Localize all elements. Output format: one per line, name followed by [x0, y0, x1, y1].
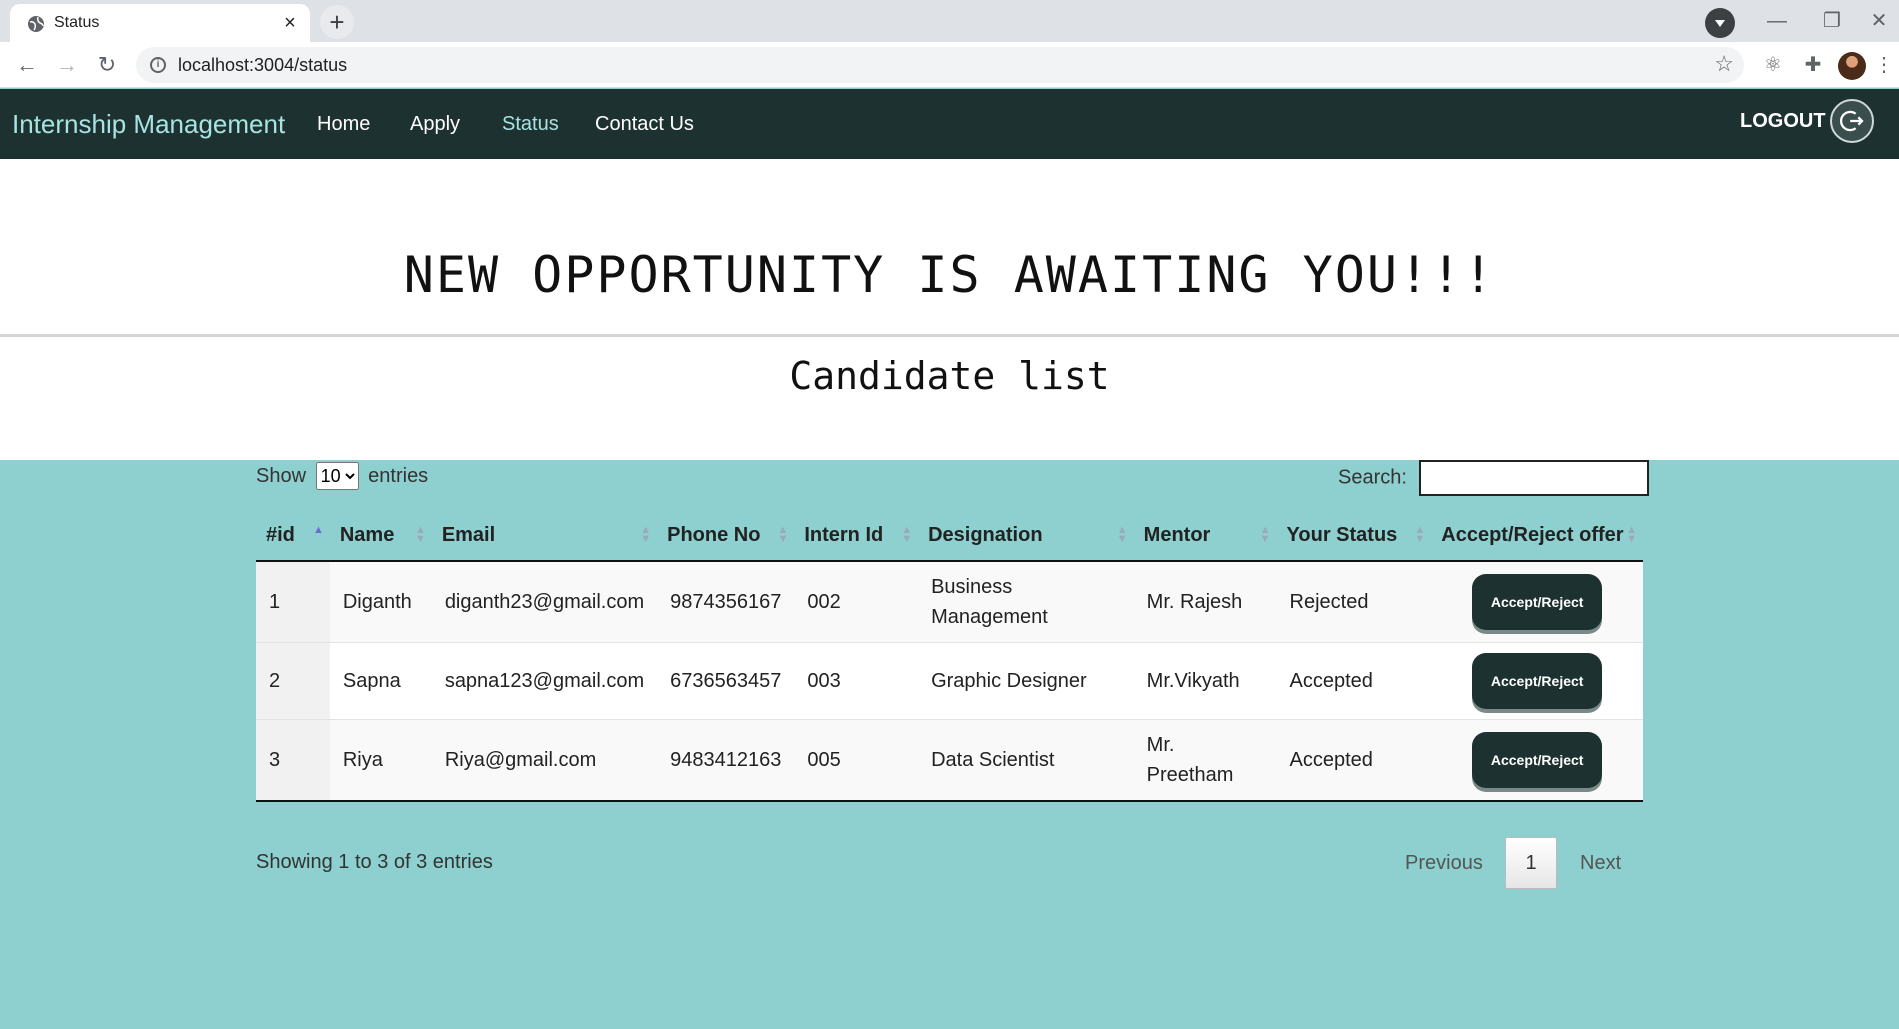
cell-intern-id: 003 [794, 642, 919, 720]
pagination-previous[interactable]: Previous [1405, 852, 1483, 875]
accept-reject-button[interactable]: Accept/Reject [1472, 732, 1603, 788]
cell-intern-id: 002 [794, 561, 919, 643]
browser-menu-icon[interactable]: ⋮ [1872, 50, 1896, 80]
page-size-control: Show 10 entries [256, 462, 428, 490]
cell-status: Accepted [1276, 642, 1432, 720]
cell-mentor: Mr. Preetham [1133, 719, 1277, 802]
sort-icon: ▲ ▼ [414, 524, 426, 545]
brand-link[interactable]: Internship Management [12, 109, 285, 140]
react-devtools-icon[interactable]: ⚛ [1758, 50, 1788, 80]
cell-name: Diganth [329, 561, 432, 643]
accept-reject-button[interactable]: Accept/Reject [1472, 574, 1603, 630]
cell-action: Accept/Reject [1431, 719, 1643, 802]
cell-id: 2 [256, 642, 330, 720]
page-subheading: Candidate list [789, 354, 1110, 398]
site-info-icon[interactable]: i [150, 57, 166, 73]
cell-name: Sapna [329, 642, 432, 720]
extensions-puzzle-icon[interactable]: ✚ [1798, 50, 1828, 80]
column-header-action[interactable]: Accept/Reject offer ▲ ▼ [1431, 510, 1643, 562]
cell-phone: 6736563457 [657, 642, 795, 720]
sort-icon: ▲ ▼ [1259, 524, 1271, 545]
pagination-next[interactable]: Next [1580, 852, 1621, 875]
cell-designation: Graphic Designer [918, 642, 1134, 720]
profile-avatar[interactable] [1838, 52, 1866, 80]
back-icon[interactable]: ← [12, 50, 42, 80]
table-row: 2 Sapna sapna123@gmail.com 6736563457 00… [256, 642, 1643, 720]
hero-section: NEW OPPORTUNITY IS AWAITING YOU!!! Candi… [0, 159, 1899, 460]
cell-id: 1 [256, 561, 330, 643]
browser-tabstrip: Status × + — ❐ ✕ [0, 0, 1899, 42]
forward-icon[interactable]: → [52, 50, 82, 80]
logout-button[interactable]: LOGOUT [1740, 110, 1826, 133]
divider [0, 334, 1899, 337]
sort-icon: ▲ ▼ [777, 524, 789, 545]
nav-apply[interactable]: Apply [410, 113, 460, 136]
close-window-button[interactable]: ✕ [1859, 6, 1899, 36]
column-header-id[interactable]: #id ▲ [256, 510, 330, 562]
cell-action: Accept/Reject [1431, 561, 1643, 643]
column-header-mentor[interactable]: Mentor ▲ ▼ [1133, 510, 1277, 562]
column-header-status[interactable]: Your Status ▲ ▼ [1276, 510, 1432, 562]
tab-title: Status [54, 14, 100, 31]
sort-icon: ▲ ▼ [901, 524, 913, 545]
reload-icon[interactable]: ↻ [92, 50, 122, 80]
cell-email: diganth23@gmail.com [431, 561, 658, 643]
table-info: Showing 1 to 3 of 3 entries [256, 851, 493, 873]
column-header-phone[interactable]: Phone No ▲ ▼ [657, 510, 795, 562]
address-bar[interactable]: i localhost:3004/status ☆ [136, 47, 1744, 83]
sort-icon: ▲ ▼ [1626, 524, 1637, 545]
restore-button[interactable]: ❐ [1812, 6, 1852, 36]
cell-designation: Business Management [918, 561, 1134, 643]
minimize-button[interactable]: — [1757, 6, 1797, 36]
sort-asc-icon: ▲ [312, 524, 324, 536]
column-header-designation[interactable]: Designation ▲ ▼ [918, 510, 1134, 562]
show-label: Show [256, 465, 307, 487]
column-header-email[interactable]: Email ▲ ▼ [431, 510, 658, 562]
candidate-table: #id ▲ Name ▲ ▼ Email ▲ ▼ Phone No ▲ ▼ Intern Id… [256, 510, 1643, 802]
nav-home[interactable]: Home [317, 113, 370, 136]
cell-status: Accepted [1276, 719, 1432, 802]
cell-status: Rejected [1276, 561, 1432, 643]
pagination-page-1[interactable]: 1 [1505, 837, 1557, 889]
logout-icon[interactable] [1830, 99, 1874, 143]
sort-icon: ▲ ▼ [1414, 524, 1426, 545]
page-headline: NEW OPPORTUNITY IS AWAITING YOU!!! [403, 246, 1496, 304]
search-label: Search: [1338, 466, 1407, 489]
column-header-intern-id[interactable]: Intern Id ▲ ▼ [794, 510, 919, 562]
cell-designation: Data Scientist [918, 719, 1134, 802]
table-row: 1 Diganth diganth23@gmail.com 9874356167… [256, 561, 1643, 643]
cell-name: Riya [329, 719, 432, 802]
sort-icon: ▲ ▼ [640, 524, 652, 545]
table-header-row: #id ▲ Name ▲ ▼ Email ▲ ▼ Phone No ▲ ▼ Intern Id… [256, 510, 1643, 562]
browser-toolbar: ← → ↻ i localhost:3004/status ☆ ⚛ ✚ ⋮ [0, 42, 1899, 88]
table-row: 3 Riya Riya@gmail.com 9483412163 005 Dat… [256, 719, 1643, 802]
cell-email: sapna123@gmail.com [431, 642, 658, 720]
app-navbar: Internship Management Home Apply Status … [0, 89, 1899, 159]
page-size-select[interactable]: 10 [315, 462, 359, 490]
nav-status[interactable]: Status [502, 113, 559, 136]
tab-search-icon[interactable] [1705, 8, 1735, 38]
cell-phone: 9483412163 [657, 719, 795, 802]
globe-icon [28, 16, 44, 32]
cell-intern-id: 005 [794, 719, 919, 802]
cell-action: Accept/Reject [1431, 642, 1643, 720]
search-input[interactable] [1418, 460, 1649, 496]
nav-contact-us[interactable]: Contact Us [595, 113, 694, 136]
entries-label: entries [368, 465, 429, 487]
sort-icon: ▲ ▼ [1116, 524, 1128, 545]
search-control: Search: [1338, 460, 1649, 496]
url-text: localhost:3004/status [178, 55, 348, 75]
cell-email: Riya@gmail.com [431, 719, 658, 802]
cell-phone: 9874356167 [657, 561, 795, 643]
new-tab-button[interactable]: + [320, 5, 354, 39]
column-header-name[interactable]: Name ▲ ▼ [329, 510, 432, 562]
tab-close-icon[interactable]: × [278, 11, 302, 35]
bookmark-star-icon[interactable]: ☆ [1714, 51, 1734, 77]
accept-reject-button[interactable]: Accept/Reject [1472, 653, 1603, 709]
cell-mentor: Mr.Vikyath [1133, 642, 1277, 720]
cell-id: 3 [256, 719, 330, 802]
browser-tab[interactable]: Status × [10, 4, 310, 42]
cell-mentor: Mr. Rajesh [1133, 561, 1277, 643]
